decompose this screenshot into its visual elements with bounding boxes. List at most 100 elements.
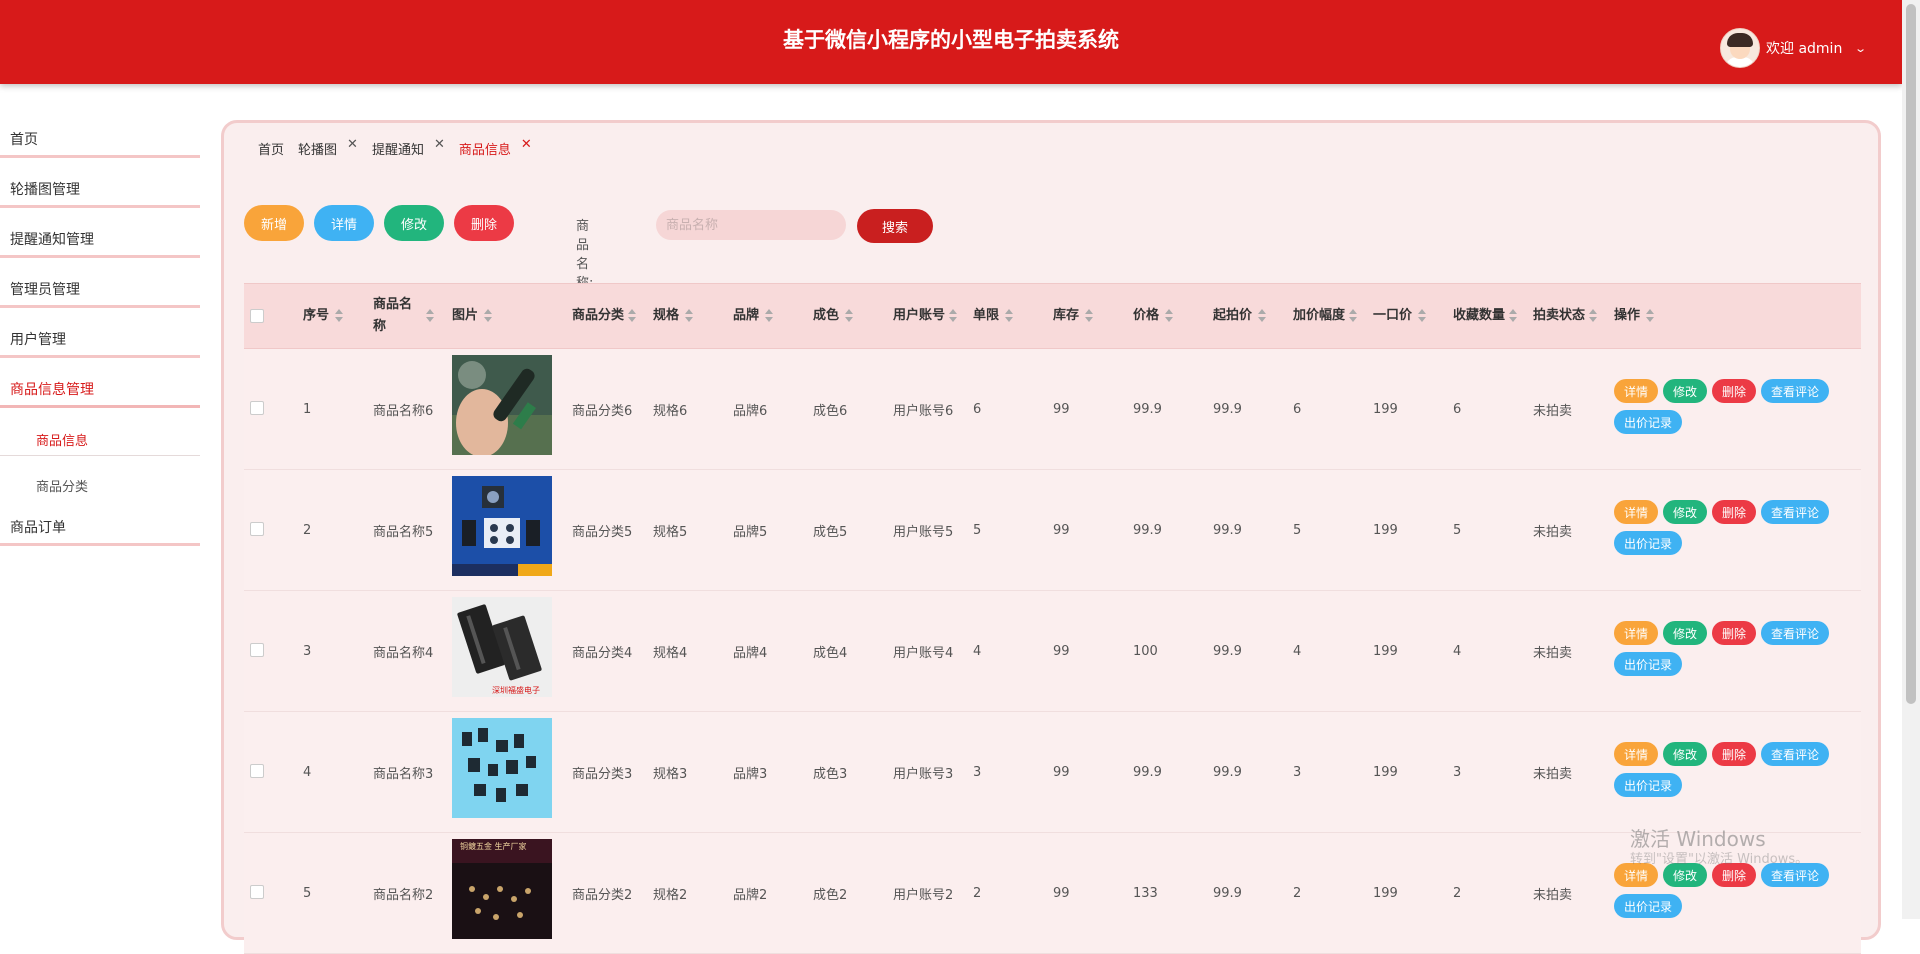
row-detail-button[interactable]: 详情 xyxy=(1614,500,1658,524)
sidebar-item-carousel[interactable]: 轮播图管理 xyxy=(0,166,200,216)
view-comments-button[interactable]: 查看评论 xyxy=(1761,621,1829,645)
table-row[interactable]: 3 商品名称4 深圳福盛电子 商品分类4 规格4 品牌4 成色4 用户账号4 4… xyxy=(244,591,1861,712)
close-icon[interactable]: ✕ xyxy=(434,137,445,152)
th-start-price[interactable]: 起拍价 xyxy=(1213,284,1267,348)
view-comments-button[interactable]: 查看评论 xyxy=(1761,379,1829,403)
row-edit-button[interactable]: 修改 xyxy=(1663,379,1707,403)
row-checkbox[interactable] xyxy=(250,885,264,899)
sort-icon[interactable] xyxy=(685,309,694,323)
sort-icon[interactable] xyxy=(1418,309,1427,323)
th-account[interactable]: 用户账号 xyxy=(893,284,963,348)
row-detail-button[interactable]: 详情 xyxy=(1614,621,1658,645)
row-delete-button[interactable]: 删除 xyxy=(1712,621,1756,645)
th-increment[interactable]: 加价幅度 xyxy=(1293,284,1363,348)
th-brand[interactable]: 品牌 xyxy=(733,284,774,348)
sort-icon[interactable] xyxy=(484,309,493,323)
row-checkbox[interactable] xyxy=(250,764,264,778)
cell-start-price: 99.9 xyxy=(1213,522,1242,538)
row-detail-button[interactable]: 详情 xyxy=(1614,379,1658,403)
th-price[interactable]: 价格 xyxy=(1133,284,1174,348)
sidebar-item-products[interactable]: 商品信息管理 xyxy=(0,366,200,416)
close-icon[interactable]: ✕ xyxy=(347,137,358,152)
sort-icon[interactable] xyxy=(425,309,434,323)
tab-carousel[interactable]: 轮播图 ✕ xyxy=(298,137,358,158)
search-input[interactable] xyxy=(656,210,846,240)
table-row[interactable]: 5 商品名称2 铜鍍五金 生产厂家 商品分类2 规格2 品牌2 成色2 用户账号… xyxy=(244,833,1861,954)
sort-icon[interactable] xyxy=(1085,309,1094,323)
detail-button[interactable]: 详情 xyxy=(314,205,374,241)
add-button[interactable]: 新增 xyxy=(244,205,304,241)
sidebar-item-home[interactable]: 首页 xyxy=(0,116,200,166)
sort-icon[interactable] xyxy=(1005,309,1014,323)
bid-records-button[interactable]: 出价记录 xyxy=(1614,410,1682,434)
product-image[interactable] xyxy=(452,476,552,576)
row-checkbox[interactable] xyxy=(250,643,264,657)
sidebar-item-notifications[interactable]: 提醒通知管理 xyxy=(0,216,200,266)
table-row[interactable]: 1 商品名称6 商品分类6 规格6 品牌6 成色6 用户账号6 6 99 99.… xyxy=(244,349,1861,470)
sidebar-item-orders[interactable]: 商品订单 xyxy=(0,504,200,554)
search-label: 商品名称: xyxy=(576,219,593,291)
sort-icon[interactable] xyxy=(765,309,774,323)
tab-notifications[interactable]: 提醒通知 ✕ xyxy=(372,137,445,158)
th-spec[interactable]: 规格 xyxy=(653,284,694,348)
select-all-checkbox[interactable] xyxy=(250,309,264,323)
row-delete-button[interactable]: 删除 xyxy=(1712,742,1756,766)
page-scrollbar[interactable] xyxy=(1902,0,1920,919)
search-button[interactable]: 搜索 xyxy=(857,209,933,243)
user-menu[interactable]: 欢迎 admin ⌄ xyxy=(1720,28,1867,68)
bid-records-button[interactable]: 出价记录 xyxy=(1614,773,1682,797)
th-limit[interactable]: 单限 xyxy=(973,284,1014,348)
sort-icon[interactable] xyxy=(1589,309,1598,323)
sort-icon[interactable] xyxy=(628,309,637,323)
sidebar-subitem-product-info[interactable]: 商品信息 xyxy=(0,416,200,462)
sort-icon[interactable] xyxy=(949,309,958,323)
row-checkbox[interactable] xyxy=(250,401,264,415)
sort-icon[interactable] xyxy=(845,309,854,323)
scrollbar-thumb[interactable] xyxy=(1906,4,1916,704)
product-image[interactable] xyxy=(452,718,552,818)
view-comments-button[interactable]: 查看评论 xyxy=(1761,500,1829,524)
delete-button[interactable]: 删除 xyxy=(454,205,514,241)
product-image[interactable]: 深圳福盛电子 xyxy=(452,597,552,697)
row-delete-button[interactable]: 删除 xyxy=(1712,379,1756,403)
th-category[interactable]: 商品分类 xyxy=(572,284,642,348)
th-index[interactable]: 序号 xyxy=(303,284,344,348)
sidebar-item-users[interactable]: 用户管理 xyxy=(0,316,200,366)
th-stock[interactable]: 库存 xyxy=(1053,284,1094,348)
sort-icon[interactable] xyxy=(1349,309,1358,323)
row-detail-button[interactable]: 详情 xyxy=(1614,742,1658,766)
table-row[interactable]: 2 商品名称5 商品分类5 规格5 品牌5 成色5 用户账号5 5 99 99.… xyxy=(244,470,1861,591)
row-edit-button[interactable]: 修改 xyxy=(1663,742,1707,766)
tab-home[interactable]: 首页 xyxy=(258,139,284,158)
table-row[interactable]: 4 商品名称3 商品分类3 规格3 品牌3 成色3 用户账号3 3 99 99.… xyxy=(244,712,1861,833)
row-edit-button[interactable]: 修改 xyxy=(1663,500,1707,524)
edit-button[interactable]: 修改 xyxy=(384,205,444,241)
th-buyout[interactable]: 一口价 xyxy=(1373,284,1427,348)
th-label: 商品名称 xyxy=(373,297,413,334)
view-comments-button[interactable]: 查看评论 xyxy=(1761,742,1829,766)
sort-icon[interactable] xyxy=(335,309,344,323)
tab-product-info[interactable]: 商品信息 ✕ xyxy=(459,137,532,158)
sidebar-subitem-product-category[interactable]: 商品分类 xyxy=(0,462,200,508)
sort-icon[interactable] xyxy=(1509,309,1518,323)
row-edit-button[interactable]: 修改 xyxy=(1663,621,1707,645)
windows-activation-hint: 转到"设置"以激活 Windows。 xyxy=(1630,852,1809,867)
product-image[interactable] xyxy=(452,355,552,455)
chevron-down-icon[interactable]: ⌄ xyxy=(1854,42,1867,55)
bid-records-button[interactable]: 出价记录 xyxy=(1614,531,1682,555)
th-favorites[interactable]: 收藏数量 xyxy=(1453,284,1523,348)
close-icon[interactable]: ✕ xyxy=(521,137,532,152)
bid-records-button[interactable]: 出价记录 xyxy=(1614,652,1682,676)
product-image[interactable]: 铜鍍五金 生产厂家 xyxy=(452,839,552,939)
row-delete-button[interactable]: 删除 xyxy=(1712,500,1756,524)
bid-records-button[interactable]: 出价记录 xyxy=(1614,894,1682,918)
th-image[interactable]: 图片 xyxy=(452,284,493,348)
sort-icon[interactable] xyxy=(1165,309,1174,323)
th-condition[interactable]: 成色 xyxy=(813,284,854,348)
sort-icon[interactable] xyxy=(1258,309,1267,323)
sidebar-item-admins[interactable]: 管理员管理 xyxy=(0,266,200,316)
sort-icon[interactable] xyxy=(1646,309,1655,323)
th-name[interactable]: 商品名称 xyxy=(373,284,434,348)
th-status[interactable]: 拍卖状态 xyxy=(1533,284,1603,348)
row-checkbox[interactable] xyxy=(250,522,264,536)
